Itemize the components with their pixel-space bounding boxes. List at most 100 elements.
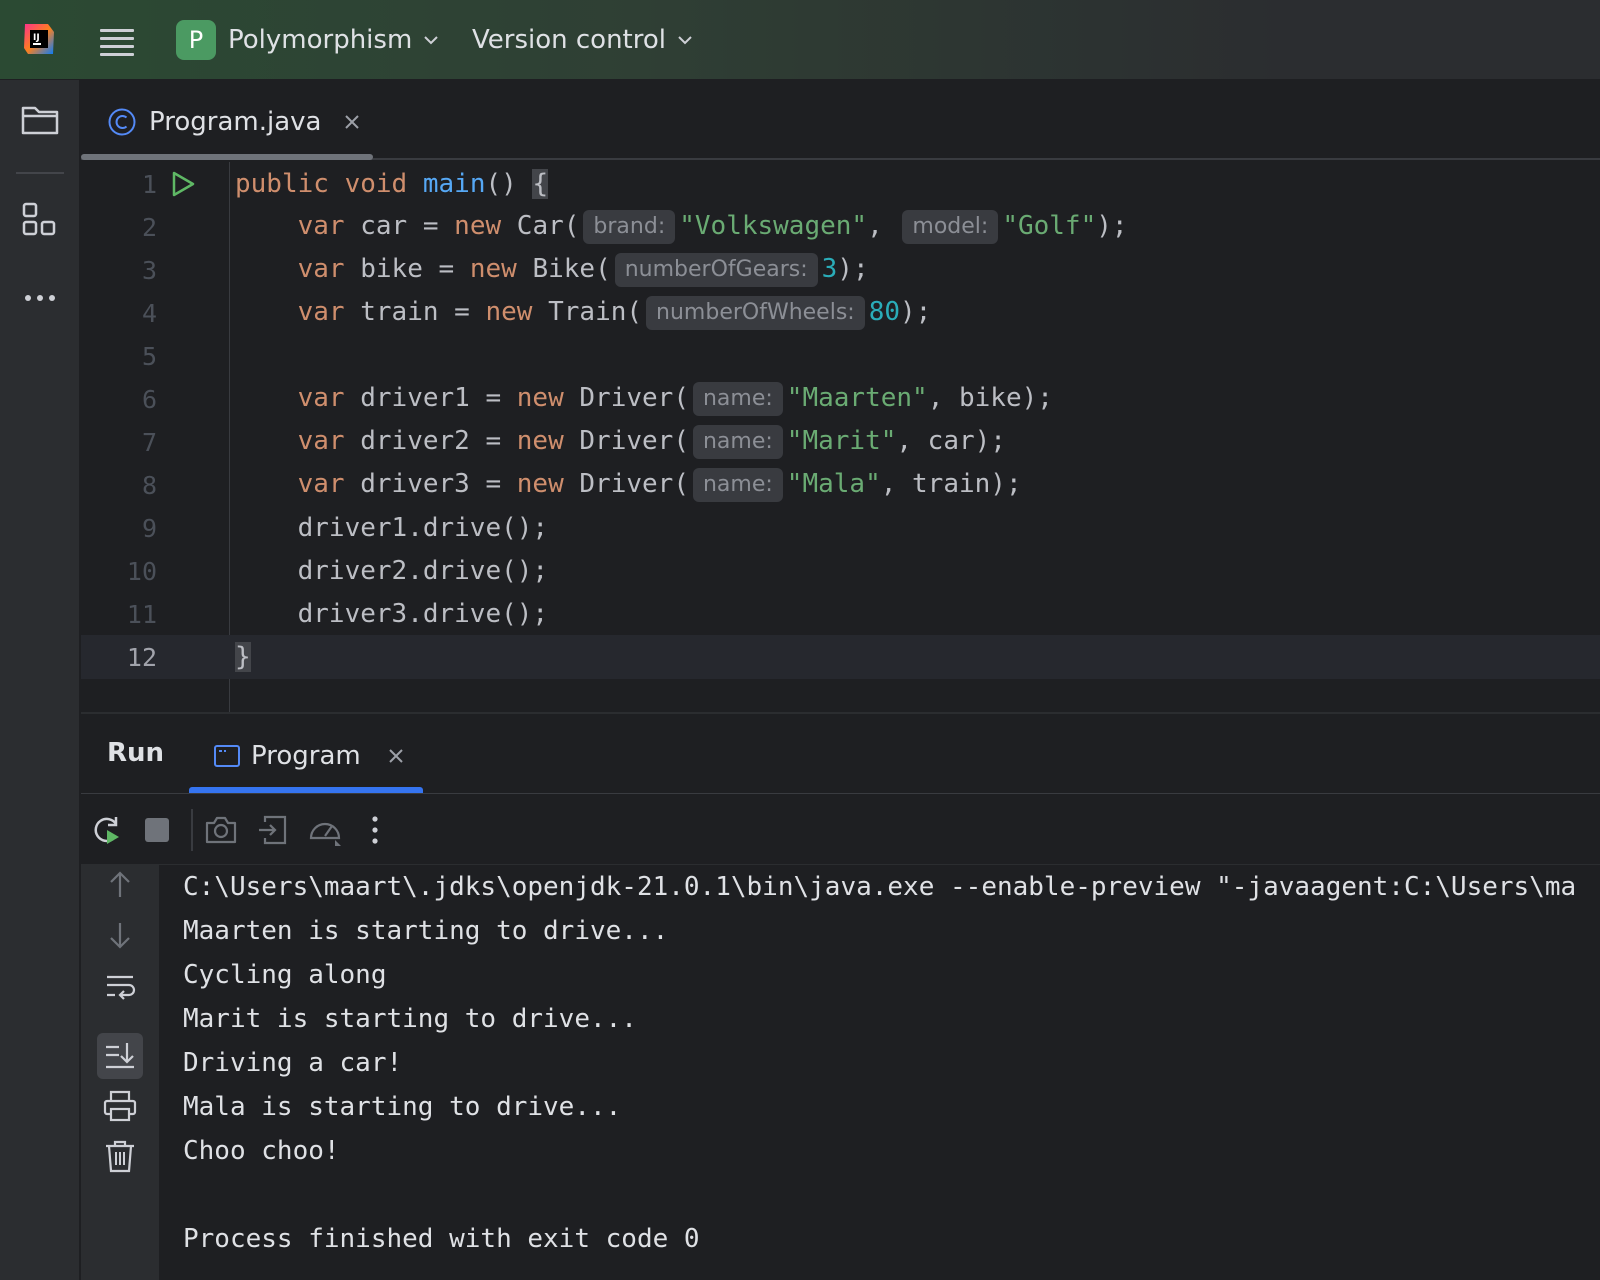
code-text: driver2.drive();: [297, 556, 549, 586]
code-line: 5: [81, 334, 1600, 378]
active-tab-indicator: [189, 787, 423, 793]
trash-icon[interactable]: [101, 1137, 139, 1175]
svg-text:IJ: IJ: [33, 33, 40, 43]
code-line: 2 var car = new Car(brand: "Volkswagen", …: [81, 205, 1600, 249]
line-number: 5: [141, 341, 157, 371]
parameter-hint: brand:: [583, 210, 676, 244]
console-line: Choo choo!: [183, 1136, 340, 1166]
code-text: var driver2 = new Driver(name: "Marit", c…: [235, 425, 1006, 459]
structure-icon[interactable]: [20, 200, 60, 240]
parameter-hint: numberOfWheels:: [646, 296, 865, 330]
code-line: 3 var bike = new Bike(numberOfGears: 3);: [81, 248, 1600, 292]
parameter-hint: name:: [692, 468, 783, 502]
main-menu-button[interactable]: [100, 24, 134, 56]
profiler-icon[interactable]: [307, 812, 343, 848]
console-line: Process finished with exit code 0: [183, 1224, 700, 1254]
console-output[interactable]: C:\Users\maart\.jdks\openjdk-21.0.1\bin\…: [159, 865, 1600, 1280]
chevron-down-icon: [424, 36, 438, 45]
code-editor[interactable]: 1 public void main() { 2 var car = new C…: [81, 162, 1600, 712]
code-text: var driver1 = new Driver(name: "Maarten",…: [235, 382, 1053, 416]
console-line: Cycling along: [183, 960, 387, 990]
exit-icon[interactable]: [255, 812, 291, 848]
intellij-logo-icon[interactable]: IJ: [22, 22, 56, 56]
run-toolbar: [81, 795, 1600, 865]
close-icon[interactable]: [343, 113, 361, 131]
code-text: driver3.drive();: [297, 599, 549, 629]
line-number: 2: [141, 212, 157, 242]
scroll-to-end-icon[interactable]: [101, 1037, 139, 1075]
code-text: public void main() {: [235, 169, 549, 199]
console-line: Marit is starting to drive...: [183, 1004, 637, 1034]
line-number: 3: [141, 255, 157, 285]
tab-program-run[interactable]: Program: [213, 736, 405, 776]
tab-scrollbar[interactable]: [81, 154, 373, 160]
hamburger-line: [100, 53, 134, 56]
code-line: 7 var driver2 = new Driver(name: "Marit",…: [81, 420, 1600, 464]
console-tab-icon: [214, 745, 240, 767]
scroll-down-icon[interactable]: [101, 917, 139, 955]
code-text: }: [235, 642, 251, 672]
code-line: 9 driver1.drive();: [81, 506, 1600, 550]
line-number: 7: [141, 427, 157, 457]
scroll-up-icon[interactable]: [101, 865, 139, 903]
line-number: 1: [141, 169, 157, 199]
line-number: 10: [126, 556, 157, 586]
title-bar: IJ P Polymorphism Version control: [0, 0, 1600, 80]
hamburger-line: [100, 37, 134, 40]
tool-window-strip: [0, 80, 80, 1280]
run-title: Run: [107, 738, 165, 768]
run-gutter-icon[interactable]: [169, 170, 197, 198]
code-line: 6 var driver1 = new Driver(name: "Maarten…: [81, 377, 1600, 421]
code-line: 1 public void main() {: [81, 162, 1600, 206]
code-line-current: 12 }: [81, 635, 1600, 679]
strip-divider: [16, 172, 64, 174]
code-text: var car = new Car(brand: "Volkswagen", mo…: [235, 210, 1128, 244]
console-line: Driving a car!: [183, 1048, 403, 1078]
tab-label: Program.java: [149, 107, 322, 137]
project-name: Polymorphism: [228, 25, 413, 55]
code-text: var train = new Train(numberOfWheels: 80)…: [235, 296, 931, 330]
code-line: 10 driver2.drive();: [81, 549, 1600, 593]
parameter-hint: name:: [692, 382, 783, 416]
rerun-icon[interactable]: [89, 812, 125, 848]
line-number: 11: [126, 599, 157, 629]
console-line: Mala is starting to drive...: [183, 1092, 622, 1122]
line-number: 9: [141, 513, 157, 543]
console-side-toolbar: [81, 865, 159, 1280]
code-text: driver1.drive();: [297, 513, 549, 543]
console-line: C:\Users\maart\.jdks\openjdk-21.0.1\bin\…: [183, 872, 1577, 902]
parameter-hint: model:: [902, 210, 999, 244]
toolbar-divider: [191, 809, 193, 851]
soft-wrap-icon[interactable]: [101, 967, 139, 1005]
more-icon[interactable]: [20, 278, 60, 318]
stop-icon[interactable]: [139, 812, 175, 848]
screenshot-icon[interactable]: [203, 812, 239, 848]
code-text: var driver3 = new Driver(name: "Mala", tr…: [235, 468, 1022, 502]
run-tool-window-header: Run Program: [81, 712, 1600, 794]
editor-tab-bar: Program.java: [81, 80, 1600, 160]
folder-icon[interactable]: [20, 100, 60, 140]
class-icon: [108, 108, 136, 136]
kebab-menu-icon[interactable]: [357, 812, 393, 848]
parameter-hint: numberOfGears:: [614, 253, 818, 287]
code-line: 4 var train = new Train(numberOfWheels: 8…: [81, 291, 1600, 335]
line-number: 8: [141, 470, 157, 500]
code-text: var bike = new Bike(numberOfGears: 3);: [235, 253, 869, 287]
close-icon[interactable]: [387, 747, 405, 765]
chevron-down-icon: [678, 36, 692, 45]
version-control-label: Version control: [472, 25, 666, 55]
print-icon[interactable]: [101, 1087, 139, 1125]
parameter-hint: name:: [692, 425, 783, 459]
line-number: 6: [141, 384, 157, 414]
code-line: 11 driver3.drive();: [81, 592, 1600, 636]
project-selector[interactable]: P Polymorphism: [176, 20, 440, 60]
line-number: 4: [141, 298, 157, 328]
code-line: 8 var driver3 = new Driver(name: "Mala", …: [81, 463, 1600, 507]
project-badge: P: [176, 20, 216, 60]
tab-program-java[interactable]: Program.java: [107, 102, 361, 142]
line-number: 12: [126, 642, 157, 672]
hamburger-line: [100, 45, 134, 48]
console-line: Maarten is starting to drive...: [183, 916, 669, 946]
hamburger-line: [100, 29, 134, 32]
version-control-selector[interactable]: Version control: [472, 20, 694, 60]
